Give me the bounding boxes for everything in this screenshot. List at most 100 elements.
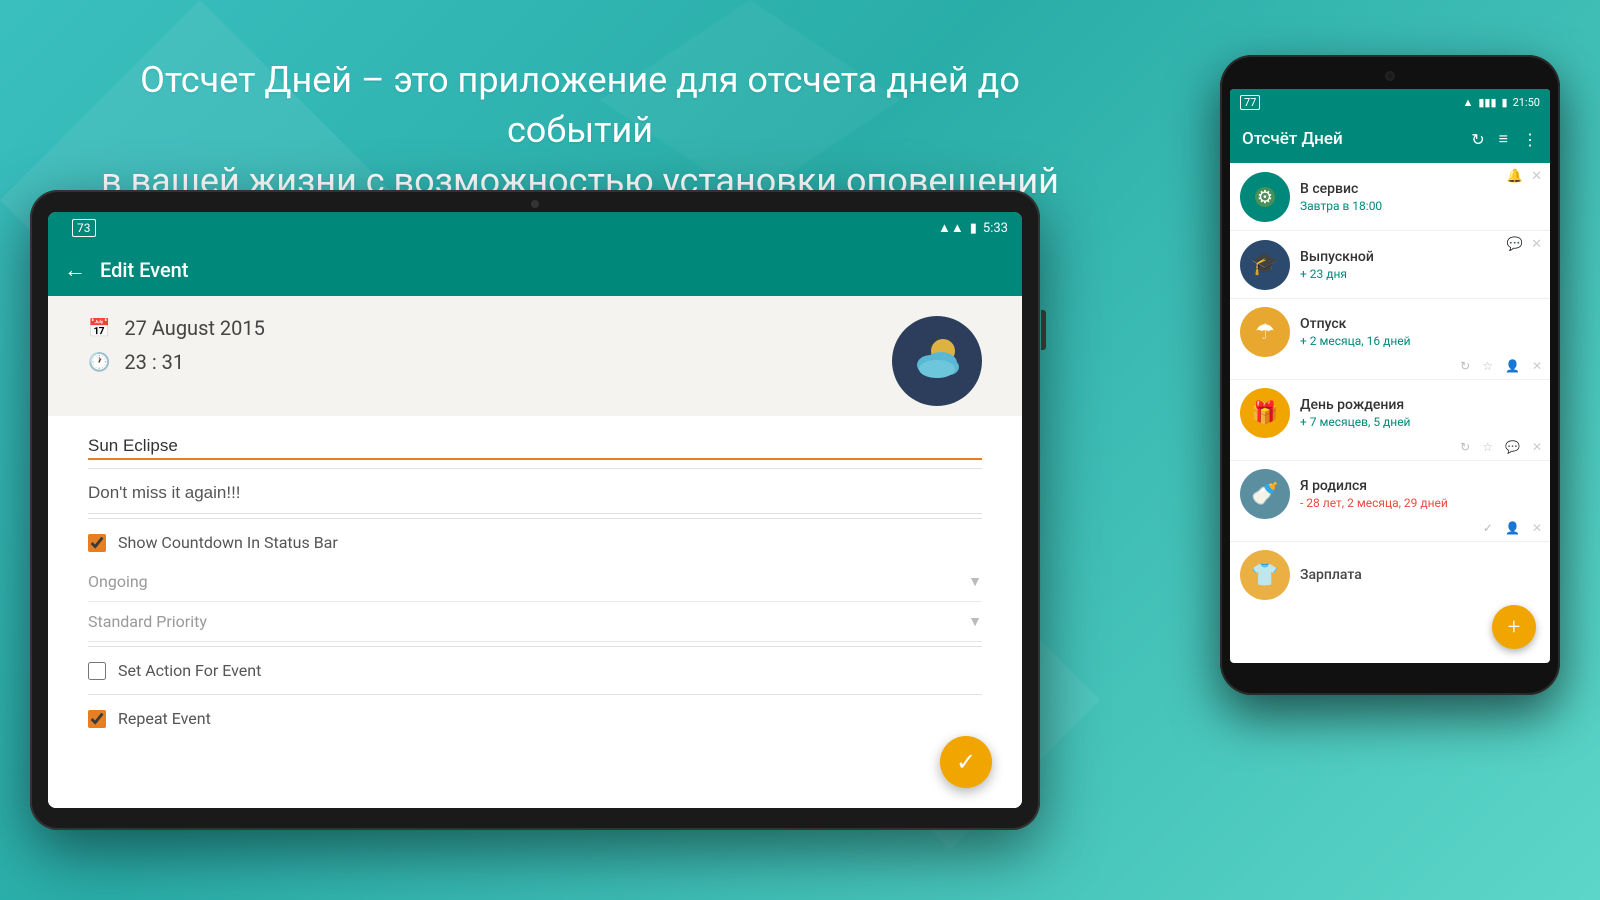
close-icon-3[interactable]: ✕ — [1532, 359, 1542, 373]
show-countdown-checkbox[interactable] — [88, 534, 106, 552]
tablet-status-bar: 73 ▲▲ ▮ 5:33 — [48, 212, 1022, 244]
phone-toolbar-icons: ↻ ≡ ⋮ — [1471, 129, 1538, 149]
event-description-input[interactable] — [88, 481, 982, 505]
show-countdown-row: Show Countdown In Status Bar — [88, 523, 982, 562]
tablet-camera — [531, 200, 539, 208]
star-icon-4[interactable]: ☆ — [1482, 440, 1493, 454]
event-icon-circle[interactable] — [892, 316, 982, 406]
form-divider-2 — [88, 646, 982, 647]
tablet-time: 5:33 — [983, 221, 1008, 236]
tablet-toolbar: ← Edit Event — [48, 244, 1022, 296]
tablet-fab-icon: ✓ — [956, 748, 976, 776]
app-description: Отсчет Дней – это приложение для отсчета… — [80, 55, 1080, 206]
set-action-row: Set Action For Event — [88, 651, 982, 690]
star-icon-3[interactable]: ☆ — [1482, 359, 1493, 373]
ongoing-label: Ongoing — [88, 572, 148, 591]
phone-screen: 77 ▲ ▮▮▮ ▮ 21:50 Отсчёт Дней ↻ ≡ ⋮ — [1230, 89, 1550, 663]
priority-dropdown[interactable]: Standard Priority ▼ — [88, 602, 982, 642]
repeat-event-row: Repeat Event — [88, 699, 982, 738]
form-fields: Show Countdown In Status Bar Ongoing ▼ S… — [48, 416, 1022, 748]
phone-signal-icon: ▮▮▮ — [1478, 96, 1496, 109]
item-bottom-actions-5: ✓ 👤 ✕ — [1483, 521, 1542, 535]
event-form: 📅 27 August 2015 🕐 23 : 31 — [48, 296, 1022, 808]
check-icon-5[interactable]: ✓ — [1483, 521, 1493, 535]
set-action-checkbox[interactable] — [88, 662, 106, 680]
list-item: ⚙ В сервис Завтра в 18:00 🔔 ✕ — [1230, 163, 1550, 231]
item-actions-1: 🔔 ✕ — [1507, 169, 1542, 184]
tablet-side-button — [1041, 310, 1046, 350]
refresh-icon-4[interactable]: ↻ — [1460, 440, 1470, 454]
phone-toolbar: Отсчёт Дней ↻ ≡ ⋮ — [1230, 115, 1550, 163]
item-avatar-2: 🎓 — [1240, 240, 1290, 290]
dropdown2-arrow-icon: ▼ — [968, 613, 982, 630]
phone-status-right: ▲ ▮▮▮ ▮ 21:50 — [1462, 96, 1540, 109]
set-action-label: Set Action For Event — [118, 661, 261, 680]
item-title-6: Зарплата — [1300, 567, 1540, 583]
tablet-status-number: 73 — [72, 219, 96, 237]
calendar-icon: 📅 — [88, 318, 110, 339]
tablet-wifi-icon: ▲▲ — [938, 220, 964, 236]
close-icon-2[interactable]: ✕ — [1531, 237, 1542, 252]
more-icon[interactable]: ⋮ — [1522, 130, 1538, 149]
item-info-5: Я родился - 28 лет, 2 месяца, 29 дней — [1300, 478, 1540, 510]
tablet-status-icons: ▲▲ ▮ 5:33 — [938, 220, 1008, 236]
chat-icon-4[interactable]: 💬 — [1505, 440, 1520, 454]
item-info-2: Выпускной + 23 дня — [1300, 249, 1540, 281]
close-icon-1[interactable]: ✕ — [1531, 169, 1542, 184]
repeat-event-checkbox[interactable] — [88, 710, 106, 728]
item-info-4: День рождения + 7 месяцев, 5 дней — [1300, 397, 1540, 429]
form-time-row: 🕐 23 : 31 — [88, 350, 872, 374]
event-description-field — [88, 473, 982, 514]
back-button[interactable]: ← — [64, 257, 86, 283]
tablet-content: 📅 27 August 2015 🕐 23 : 31 — [48, 296, 1022, 808]
refresh-icon[interactable]: ↻ — [1471, 130, 1484, 149]
ongoing-dropdown[interactable]: Ongoing ▼ — [88, 562, 982, 602]
phone-fab-icon: + — [1508, 615, 1520, 640]
person-icon-3[interactable]: 👤 — [1505, 359, 1520, 373]
item-avatar-5: 🍼 — [1240, 469, 1290, 519]
clock-icon: 🕐 — [88, 352, 110, 373]
refresh-icon-3[interactable]: ↻ — [1460, 359, 1470, 373]
form-divider-1 — [88, 518, 982, 519]
filter-icon[interactable]: ≡ — [1499, 129, 1508, 149]
phone-camera — [1385, 71, 1395, 81]
item-subtitle-5: - 28 лет, 2 месяца, 29 дней — [1300, 496, 1540, 510]
item-title-5: Я родился — [1300, 478, 1540, 494]
form-time-value[interactable]: 23 : 31 — [124, 350, 184, 374]
form-datetime: 📅 27 August 2015 🕐 23 : 31 — [88, 316, 872, 374]
form-date-value[interactable]: 27 August 2015 — [124, 316, 264, 340]
item-avatar-4: 🎁 — [1240, 388, 1290, 438]
event-name-field — [88, 426, 982, 469]
close-icon-4[interactable]: ✕ — [1532, 440, 1542, 454]
phone-device: 77 ▲ ▮▮▮ ▮ 21:50 Отсчёт Дней ↻ ≡ ⋮ — [1220, 55, 1560, 695]
list-item: ☂ Отпуск + 2 месяца, 16 дней ↻ ☆ 👤 ✕ — [1230, 299, 1550, 380]
svg-text:⚙: ⚙ — [1257, 187, 1273, 208]
alarm-icon[interactable]: 🔔 — [1507, 169, 1523, 184]
list-item: 🎓 Выпускной + 23 дня 💬 ✕ — [1230, 231, 1550, 299]
form-top-section: 📅 27 August 2015 🕐 23 : 31 — [48, 296, 1022, 416]
item-avatar-3: ☂ — [1240, 307, 1290, 357]
item-subtitle-2: + 23 дня — [1300, 267, 1540, 281]
phone-app-title: Отсчёт Дней — [1242, 129, 1343, 149]
item-bottom-actions-4: ↻ ☆ 💬 ✕ — [1460, 440, 1542, 454]
phone-status-bar: 77 ▲ ▮▮▮ ▮ 21:50 — [1230, 89, 1550, 115]
event-name-input[interactable] — [88, 434, 982, 460]
close-icon-5[interactable]: ✕ — [1532, 521, 1542, 535]
form-date-row: 📅 27 August 2015 — [88, 316, 872, 340]
item-title-2: Выпускной — [1300, 249, 1540, 265]
chat-icon[interactable]: 💬 — [1507, 237, 1523, 252]
phone-fab-button[interactable]: + — [1492, 605, 1536, 649]
list-item-partial: 👕 Зарплата — [1230, 542, 1550, 608]
item-bottom-actions-3: ↻ ☆ 👤 ✕ — [1460, 359, 1542, 373]
dropdown1-arrow-icon: ▼ — [968, 573, 982, 590]
phone-time: 21:50 — [1513, 96, 1540, 109]
show-countdown-label: Show Countdown In Status Bar — [118, 533, 338, 552]
tablet-fab-button[interactable]: ✓ — [940, 736, 992, 788]
item-actions-2: 💬 ✕ — [1507, 237, 1542, 252]
phone-wifi-icon: ▲ — [1462, 96, 1473, 109]
person-icon-5[interactable]: 👤 — [1505, 521, 1520, 535]
repeat-event-label: Repeat Event — [118, 709, 211, 728]
item-title-3: Отпуск — [1300, 316, 1540, 332]
item-title-4: День рождения — [1300, 397, 1540, 413]
tablet-device: 73 ▲▲ ▮ 5:33 ← Edit Event — [30, 190, 1040, 830]
